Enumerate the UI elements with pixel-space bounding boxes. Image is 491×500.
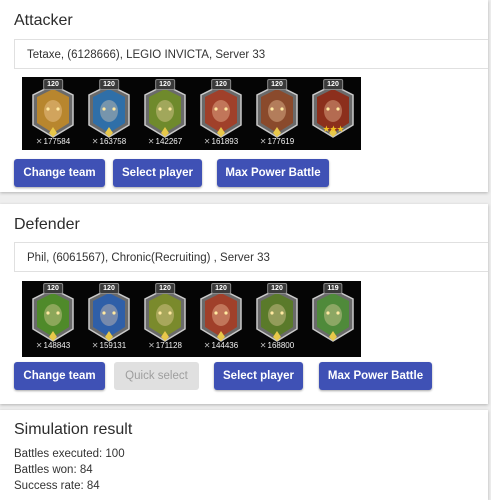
attacker-hero-strip: 120 ✕177584 120 ✕163758 120 ✕142267 120 ✕161893…	[22, 77, 361, 150]
hero-power-label: ✕163758	[91, 137, 127, 146]
hero-power-label: ✕144436	[203, 341, 239, 350]
defender-hero-2: 120 ✕159131	[82, 283, 136, 351]
swords-icon: ✕	[91, 341, 99, 350]
attacker-hero-5: 120 ✕177619	[250, 79, 304, 147]
defender-hero-4: 120 ✕144436	[194, 283, 248, 351]
defender-quick-select-button[interactable]: Quick select	[114, 362, 199, 390]
hero-power-label: ✕161893	[203, 137, 239, 146]
hero-level-badge: 120	[323, 79, 343, 90]
attacker-player-field[interactable]: Tetaxe, (6128666), LEGIO INVICTA, Server…	[14, 39, 488, 69]
attacker-title: Attacker	[14, 12, 73, 29]
defender-card: Defender Phil, (6061567), Chronic(Recrui…	[0, 204, 488, 404]
defender-hero-strip: 120 ✕148843 120 ✕159131 120 ✕171128 120 ✕144436…	[22, 281, 361, 357]
hero-power-label: ✕177584	[35, 137, 71, 146]
hero-level-badge: 120	[155, 79, 175, 90]
hero-power-label: ✕177619	[259, 137, 295, 146]
swords-icon: ✕	[35, 341, 43, 350]
hero-power-label: ✕142267	[147, 137, 183, 146]
hero-power-label: ✕171128	[148, 341, 182, 350]
attacker-hero-3: 120 ✕142267	[138, 79, 192, 147]
simulation-result-card: Simulation result Battles executed: 100 …	[0, 410, 488, 500]
defender-hero-5: 120 ✕168800	[250, 283, 304, 351]
swords-icon: ✕	[203, 341, 211, 350]
hero-level-badge: 120	[99, 283, 119, 294]
defender-player-field[interactable]: Phil, (6061567), Chronic(Recruiting) , S…	[14, 242, 488, 272]
defender-hero-1: 120 ✕148843	[26, 283, 80, 351]
attacker-card: Attacker Tetaxe, (6128666), LEGIO INVICT…	[0, 0, 488, 192]
defender-title: Defender	[14, 216, 80, 233]
swords-icon: ✕	[203, 137, 211, 146]
defender-hero-3: 120 ✕171128	[138, 283, 192, 351]
swords-icon: ✕	[147, 137, 155, 146]
attacker-hero-2: 120 ✕163758	[82, 79, 136, 147]
hero-level-badge: 120	[43, 283, 63, 294]
page: Attacker Tetaxe, (6128666), LEGIO INVICT…	[0, 0, 491, 500]
defender-select-player-button[interactable]: Select player	[214, 362, 303, 390]
hero-level-badge: 120	[211, 79, 231, 90]
attacker-hero-1: 120 ✕177584	[26, 79, 80, 147]
swords-icon: ✕	[91, 137, 99, 146]
attacker-hero-6: 120 ★★★	[306, 79, 360, 147]
star-rating: ★★★	[322, 124, 344, 134]
swords-icon: ✕	[35, 137, 43, 146]
success-rate-text: Success rate: 84	[14, 480, 100, 492]
defender-max-power-battle-button[interactable]: Max Power Battle	[319, 362, 432, 390]
defender-change-team-button[interactable]: Change team	[14, 362, 105, 390]
hero-level-badge: 120	[43, 79, 63, 90]
hero-power-label: ✕168800	[259, 341, 295, 350]
hero-level-badge: 120	[267, 283, 287, 294]
hero-level-badge: 120	[99, 79, 119, 90]
hero-power-label: ✕159131	[91, 341, 127, 350]
swords-icon: ✕	[148, 341, 155, 350]
simulation-result-title: Simulation result	[14, 421, 133, 438]
hero-level-badge: 119	[323, 283, 343, 294]
attacker-change-team-button[interactable]: Change team	[14, 159, 105, 187]
defender-hero-6: 119	[306, 283, 360, 351]
attacker-max-power-battle-button[interactable]: Max Power Battle	[217, 159, 329, 187]
hero-level-badge: 120	[211, 283, 231, 294]
attacker-hero-4: 120 ✕161893	[194, 79, 248, 147]
hero-level-badge: 120	[155, 283, 175, 294]
swords-icon: ✕	[259, 341, 267, 350]
attacker-select-player-button[interactable]: Select player	[113, 159, 202, 187]
battles-executed-text: Battles executed: 100	[14, 448, 125, 460]
hero-power-label: ✕148843	[35, 341, 71, 350]
hero-level-badge: 120	[267, 79, 287, 90]
swords-icon: ✕	[259, 137, 267, 146]
battles-won-text: Battles won: 84	[14, 464, 93, 476]
